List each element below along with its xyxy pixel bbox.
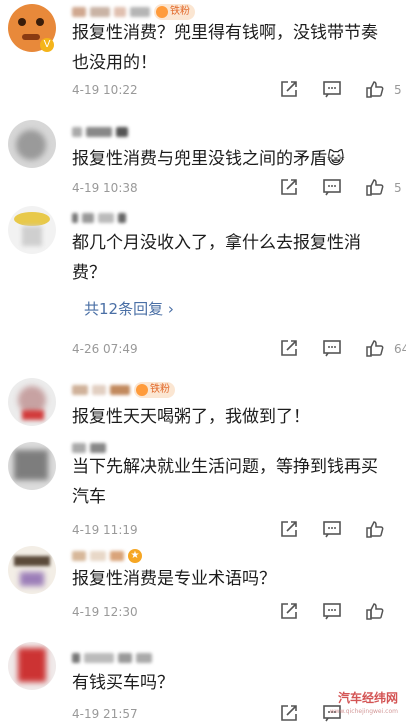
fan-badge: 铁粉 [134,382,175,398]
comment-text: 报复性天天喝粥了，我做到了！ [72,407,310,427]
thumbs-up-icon[interactable] [365,601,387,623]
avatar[interactable] [8,378,56,426]
comment-meta: 4-19 10:22 5 [72,78,406,102]
thumbs-up-icon[interactable] [365,519,387,541]
share-icon[interactable] [279,177,301,199]
thumbs-up-icon[interactable] [365,338,387,360]
comment-meta: 4-19 11:19 [72,518,406,542]
comment-meta: 4-19 12:30 [72,600,406,624]
watermark-title: 汽车经纬网 [337,691,398,705]
comment-icon[interactable] [322,338,344,360]
timestamp: 4-19 11:19 [72,523,138,537]
share-icon[interactable] [279,79,301,101]
avatar[interactable] [8,120,56,168]
like-count: 5 [394,83,402,97]
coin-icon [136,384,148,396]
comment-text: 报复性消费？兜里得有钱啊，没钱带节奏也没用的！ [72,23,378,73]
timestamp: 4-19 10:22 [72,83,138,97]
verified-badge-icon: V [40,38,54,52]
comment-meta: 4-19 10:38 5 [72,176,406,200]
timestamp: 4-19 10:38 [72,181,138,195]
comment-text: 当下先解决就业生活问题，等挣到钱再买汽车 [72,457,378,507]
view-replies-link[interactable]: 共12条回复 › [84,297,174,321]
badge-icon: ★ [128,549,142,563]
share-icon[interactable] [279,703,301,725]
coin-icon [156,6,168,18]
username[interactable]: 铁粉 [72,380,175,400]
site-watermark: 汽车经纬网 www.qichejingwei.com [330,692,398,718]
comment-icon[interactable] [322,519,344,541]
share-icon[interactable] [279,338,301,360]
watermark-url: www.qichejingwei.com [329,708,398,715]
comment-icon[interactable] [322,79,344,101]
thumbs-up-icon[interactable] [365,79,387,101]
share-icon[interactable] [279,601,301,623]
like-count: 64 [394,342,406,356]
thumbs-up-icon[interactable] [365,177,387,199]
comment-icon[interactable] [322,601,344,623]
comment-icon[interactable] [322,177,344,199]
username[interactable]: ★ [72,546,142,566]
avatar[interactable] [8,442,56,490]
username[interactable] [72,648,152,668]
timestamp: 4-26 07:49 [72,342,138,356]
like-count: 5 [394,181,402,195]
comment-text: 都几个月没收入了，拿什么去报复性消费？ [72,233,361,283]
share-icon[interactable] [279,519,301,541]
timestamp: 4-19 12:30 [72,605,138,619]
avatar[interactable] [8,206,56,254]
username[interactable] [72,208,126,228]
avatar[interactable] [8,642,56,690]
username[interactable] [72,122,128,142]
avatar[interactable] [8,546,56,594]
comment-meta: 4-26 07:49 64 [72,337,406,361]
comment-text: 报复性消费是专业术语吗？ [72,569,276,589]
timestamp: 4-19 21:57 [72,707,138,721]
comment-text: 报复性消费与兜里没钱之间的矛盾😺 [72,149,345,169]
